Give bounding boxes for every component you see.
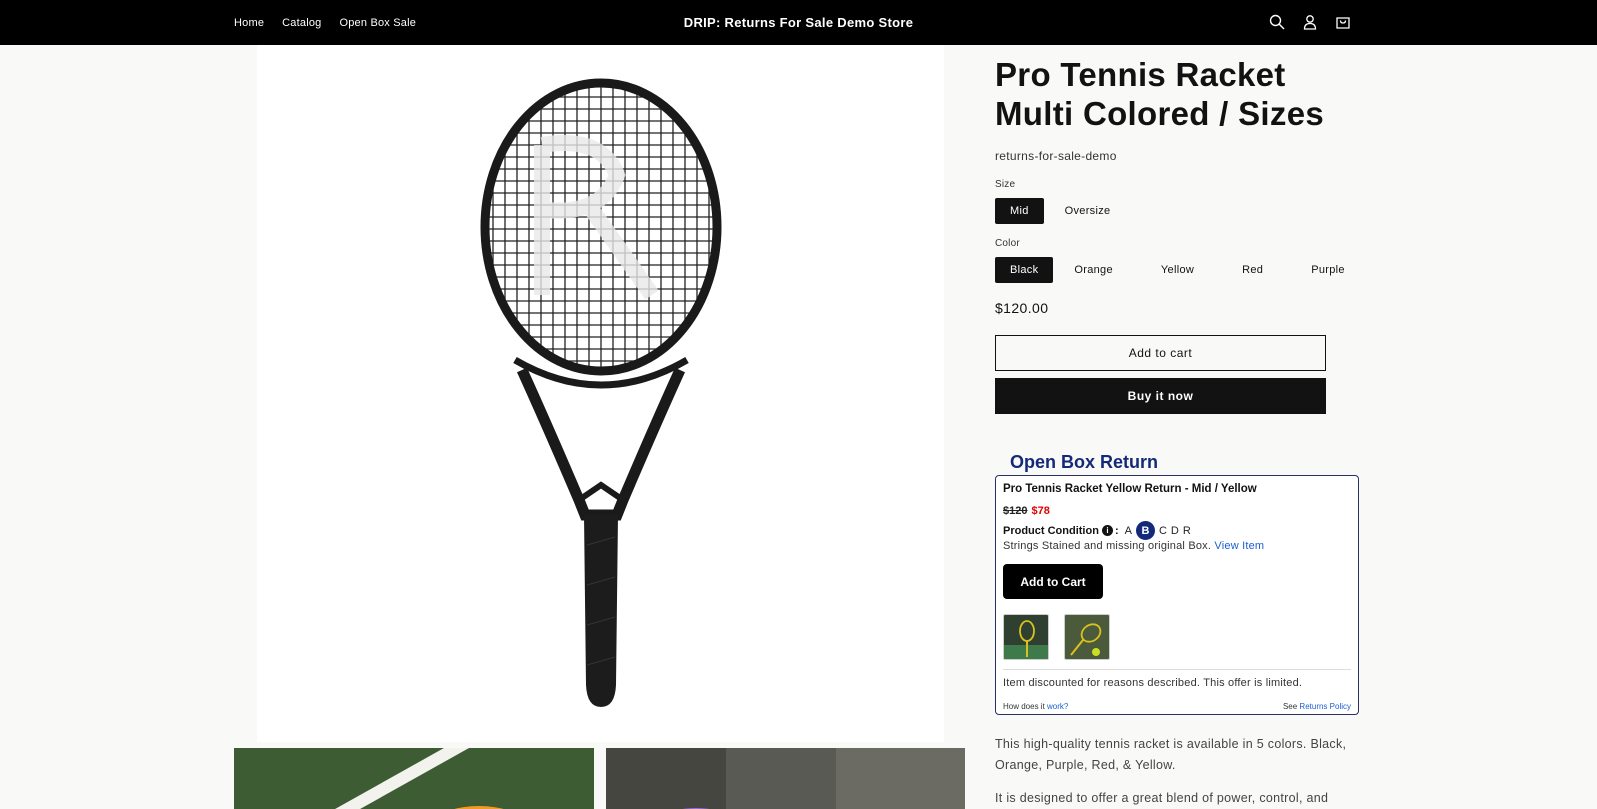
open-box-card: Pro Tennis Racket Yellow Return - Mid / … bbox=[995, 475, 1359, 715]
header-icons bbox=[1267, 12, 1352, 31]
nav-home-link[interactable]: Home bbox=[234, 17, 264, 29]
color-option: Color Black Orange Yellow Red Purple bbox=[995, 238, 1365, 283]
blurred-court-image bbox=[606, 748, 965, 809]
product-title: Pro Tennis Racket Multi Colored / Sizes bbox=[995, 56, 1325, 132]
product-description: This high-quality tennis racket is avail… bbox=[995, 734, 1365, 809]
how-it-works-link[interactable]: work? bbox=[1047, 702, 1068, 711]
buy-it-now-button[interactable]: Buy it now bbox=[995, 378, 1326, 414]
court-image bbox=[234, 748, 594, 809]
size-option-oversize[interactable]: Oversize bbox=[1050, 198, 1126, 224]
product-info: Pro Tennis Racket Multi Colored / Sizes … bbox=[995, 55, 1365, 414]
main-product-image[interactable] bbox=[257, 45, 944, 742]
color-option-purple[interactable]: Purple bbox=[1296, 257, 1360, 283]
store-name-link[interactable]: DRIP: Returns For Sale Demo Store bbox=[684, 15, 914, 30]
product-vendor: returns-for-sale-demo bbox=[995, 149, 1117, 163]
condition-description: Strings Stained and missing original Box… bbox=[1003, 540, 1212, 552]
grade-d: D bbox=[1170, 524, 1179, 537]
sale-price: $78 bbox=[1031, 505, 1050, 517]
color-option-orange[interactable]: Orange bbox=[1059, 257, 1128, 283]
tennis-racket-illustration bbox=[480, 78, 722, 707]
gallery-thumbnail-purple[interactable] bbox=[606, 748, 965, 809]
gallery-thumbnail-orange[interactable] bbox=[234, 748, 594, 809]
returns-policy: See Returns Policy bbox=[1283, 702, 1351, 711]
color-option-black[interactable]: Black bbox=[995, 257, 1054, 283]
open-box-thumbnail-1[interactable] bbox=[1003, 614, 1049, 660]
description-paragraph-1: This high-quality tennis racket is avail… bbox=[995, 737, 1347, 772]
size-label: Size bbox=[995, 179, 1016, 190]
account-icon[interactable] bbox=[1300, 12, 1319, 31]
yellow-racket-ball-image bbox=[1065, 615, 1109, 659]
open-box-item-title: Pro Tennis Racket Yellow Return - Mid / … bbox=[1003, 483, 1257, 495]
yellow-racket-image bbox=[1004, 615, 1048, 659]
main-nav: Home Catalog Open Box Sale bbox=[234, 0, 434, 45]
color-label: Color bbox=[995, 238, 1020, 249]
nav-open-box-sale-link[interactable]: Open Box Sale bbox=[339, 17, 416, 29]
see-prefix: See bbox=[1282, 702, 1298, 711]
add-to-cart-button[interactable]: Add to cart bbox=[995, 335, 1326, 371]
color-option-red[interactable]: Red bbox=[1227, 257, 1278, 283]
info-icon[interactable]: i bbox=[1101, 525, 1113, 536]
top-header: Home Catalog Open Box Sale DRIP: Returns… bbox=[0, 0, 1597, 45]
size-option: Size Mid Oversize bbox=[995, 179, 1365, 224]
open-box-thumbnail-2[interactable] bbox=[1064, 614, 1110, 660]
open-box-divider bbox=[1003, 669, 1351, 670]
color-options: Black Orange Yellow Red Purple bbox=[995, 257, 1365, 283]
open-box-price: $120 $78 bbox=[1003, 505, 1050, 517]
grade-b-selected: B bbox=[1135, 521, 1155, 540]
returns-policy-link[interactable]: Returns Policy bbox=[1299, 702, 1351, 711]
open-box-note: Item discounted for reasons described. T… bbox=[1003, 677, 1303, 689]
size-options: Mid Oversize bbox=[995, 198, 1365, 224]
description-paragraph-2: It is designed to offer a great blend of… bbox=[995, 791, 1329, 805]
product-price: $120.00 bbox=[995, 300, 1049, 316]
color-option-yellow[interactable]: Yellow bbox=[1146, 257, 1209, 283]
cart-icon[interactable] bbox=[1333, 12, 1352, 31]
grade-c: C bbox=[1158, 524, 1167, 537]
original-price: $120 bbox=[1003, 505, 1028, 517]
size-option-mid[interactable]: Mid bbox=[995, 198, 1044, 224]
how-prefix: How does it bbox=[1003, 702, 1045, 711]
product-condition: Product Condition i: A B C D R bbox=[1003, 521, 1191, 540]
condition-label: Product Condition bbox=[1003, 524, 1099, 537]
search-icon[interactable] bbox=[1267, 12, 1286, 31]
open-box-heading: Open Box Return bbox=[1010, 452, 1159, 472]
view-item-link[interactable]: View Item bbox=[1214, 540, 1264, 552]
grade-r: R bbox=[1182, 524, 1191, 537]
open-box-add-to-cart-button[interactable]: Add to Cart bbox=[1003, 564, 1103, 599]
grade-a: A bbox=[1124, 524, 1132, 537]
nav-catalog-link[interactable]: Catalog bbox=[282, 17, 321, 29]
how-it-works: How does it work? bbox=[1003, 702, 1068, 711]
open-box-description: Strings Stained and missing original Box… bbox=[1003, 540, 1264, 552]
